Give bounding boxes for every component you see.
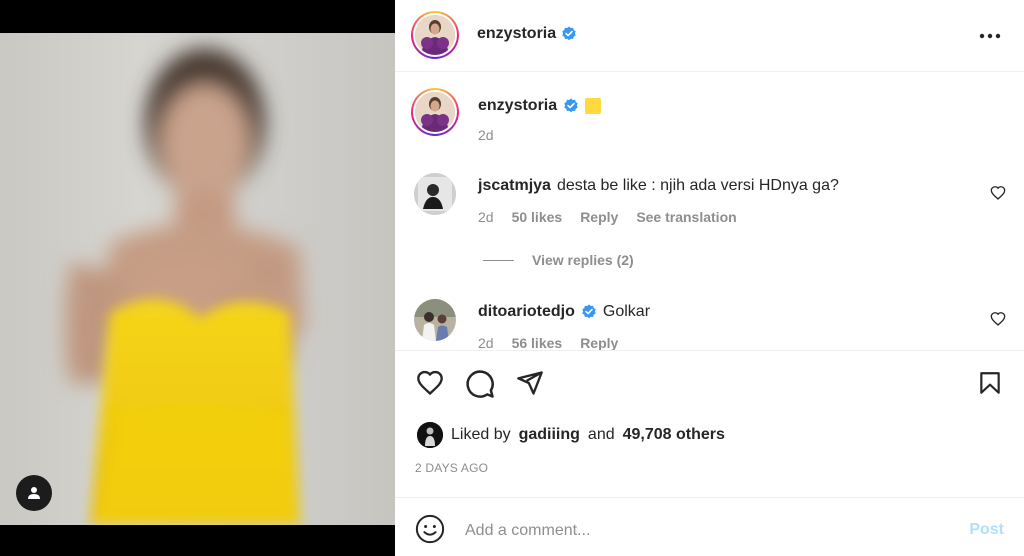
comment-time[interactable]: 2d (478, 335, 494, 350)
comment-meta: 2d 50 likes Reply See translation (478, 209, 737, 225)
post-comment-button[interactable]: Post (969, 521, 1004, 539)
caption-author-avatar[interactable] (411, 88, 459, 136)
commenter-username[interactable]: jscatmjya (478, 177, 551, 195)
comment-time[interactable]: 2d (478, 209, 494, 225)
caption-row: enzystoria (478, 97, 602, 115)
liked-by-prefix: Liked by (451, 426, 511, 443)
verified-icon (564, 98, 578, 113)
post-timestamp[interactable]: 2 DAYS AGO (415, 461, 488, 475)
verified-icon (562, 26, 576, 41)
comment-text: Golkar (602, 303, 651, 320)
yellow-square-emoji (585, 98, 602, 114)
post-details-panel: enzystoria enzystoria 2d jscatmjya desta… (395, 0, 1024, 556)
commenter-username[interactable]: ditoariotedjo (478, 303, 575, 321)
caption-time[interactable]: 2d (478, 127, 494, 143)
caption-author-username[interactable]: enzystoria (478, 97, 557, 115)
post-header: enzystoria (395, 0, 1024, 72)
heart-icon[interactable] (415, 369, 445, 397)
comments-list[interactable]: enzystoria 2d jscatmjya desta be like: … (395, 73, 1024, 350)
more-options-icon (979, 33, 1001, 39)
like-comment-icon[interactable] (990, 311, 1006, 327)
instagram-post-window: enzystoria enzystoria 2d jscatmjya desta… (0, 0, 1024, 556)
liked-by-avatar[interactable] (417, 422, 443, 448)
view-replies-button[interactable]: View replies (2) (483, 252, 634, 268)
author-username[interactable]: enzystoria (477, 25, 556, 43)
comment-likes[interactable]: 56 likes (512, 335, 563, 350)
replies-divider (483, 259, 514, 261)
likes-count[interactable]: 49,708 others (623, 426, 725, 444)
more-options-button[interactable] (978, 24, 1002, 48)
see-translation-button[interactable]: See translation (636, 209, 736, 225)
commenter-avatar[interactable] (414, 173, 456, 215)
comment-likes[interactable]: 50 likes (512, 209, 563, 225)
comment-input[interactable] (465, 517, 935, 545)
liked-by-user[interactable]: gadiiing (519, 426, 580, 444)
reply-button[interactable]: Reply (580, 335, 618, 350)
share-icon[interactable] (515, 369, 545, 397)
comment-icon[interactable] (465, 369, 495, 399)
comment-text: desta be like : njih ada versi HDnya ga? (556, 177, 839, 194)
view-replies-label: View replies (2) (532, 252, 634, 268)
comment-meta: 2d 56 likes Reply (478, 335, 618, 350)
author-name-row: enzystoria (477, 25, 577, 43)
bookmark-icon[interactable] (977, 369, 1003, 397)
comment-text-row: jscatmjya desta be like : njih ada versi… (478, 177, 839, 195)
comment-text-row: ditoariotedjo Golkar (478, 303, 650, 321)
user-tag-button[interactable] (16, 475, 52, 511)
reply-button[interactable]: Reply (580, 209, 618, 225)
commenter-avatar[interactable] (414, 299, 456, 341)
verified-icon (582, 304, 596, 319)
user-tag-icon (28, 487, 40, 499)
like-comment-icon[interactable] (990, 185, 1006, 201)
liked-by-mid: and (587, 426, 615, 443)
divider (395, 497, 1024, 498)
media-pane (0, 0, 395, 556)
post-photo[interactable] (0, 33, 395, 525)
divider (395, 350, 1024, 351)
liked-by-row: Liked by gadiiing and 49,708 others (417, 422, 725, 448)
author-avatar[interactable] (411, 11, 459, 59)
emoji-icon[interactable] (415, 514, 445, 544)
